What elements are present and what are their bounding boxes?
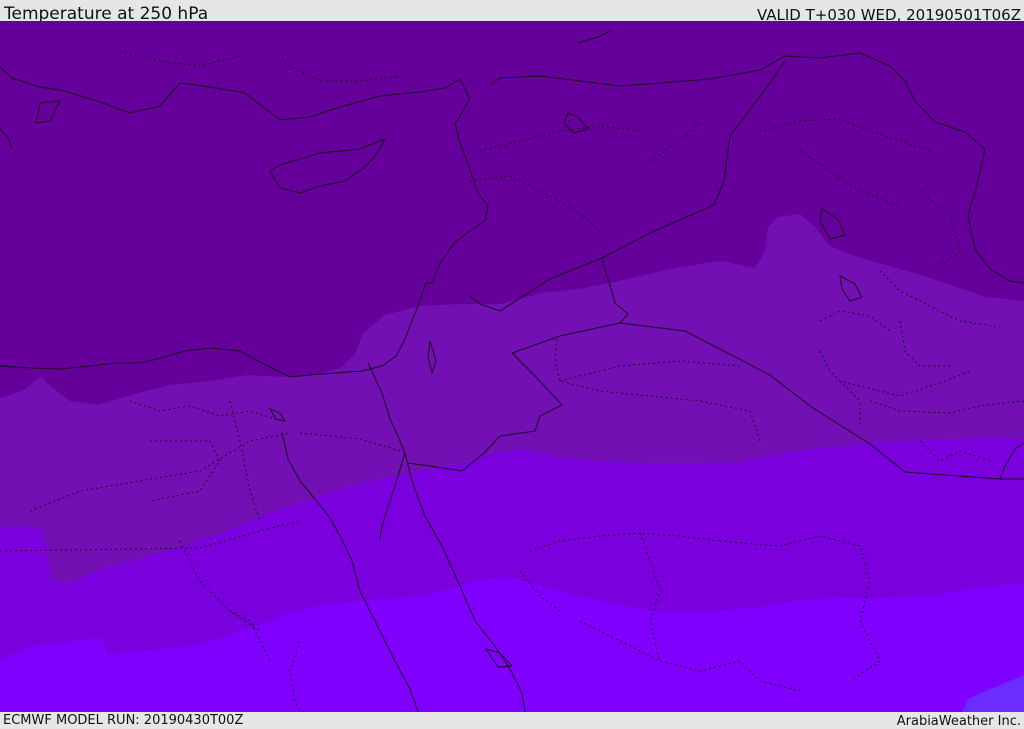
map-canvas bbox=[0, 21, 1024, 712]
model-run-label: ECMWF MODEL RUN: 20190430T00Z bbox=[3, 713, 244, 728]
credit-label: ArabiaWeather Inc. bbox=[896, 714, 1021, 729]
header-bar: Temperature at 250 hPa VALID T+030 WED, … bbox=[0, 0, 1024, 24]
footer-bar: ECMWF MODEL RUN: 20190430T00Z ArabiaWeat… bbox=[0, 712, 1024, 729]
temperature-map[interactable] bbox=[0, 21, 1024, 712]
weather-map-page: Temperature at 250 hPa VALID T+030 WED, … bbox=[0, 0, 1024, 729]
